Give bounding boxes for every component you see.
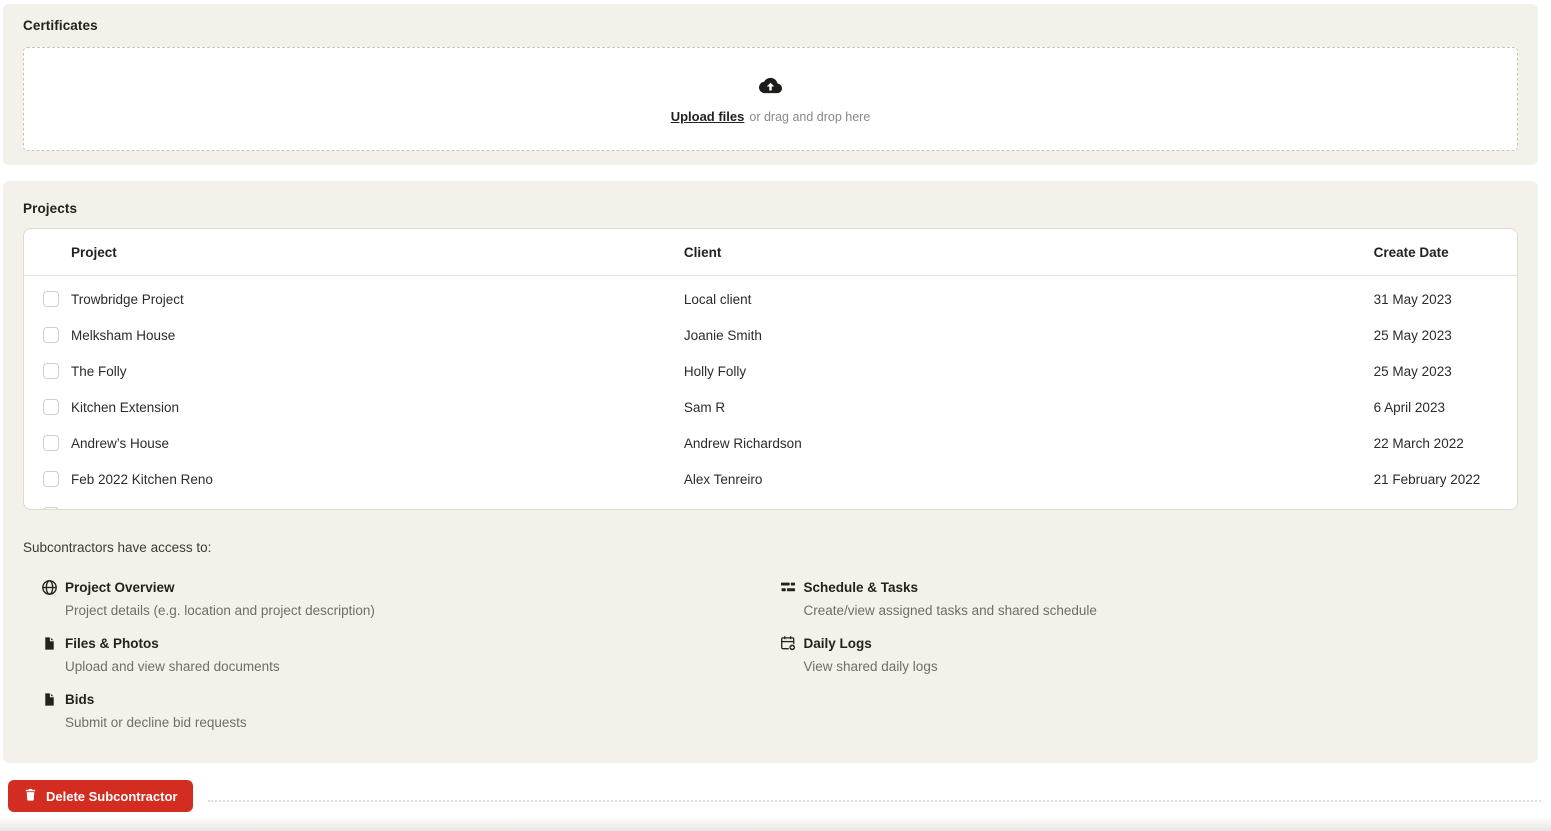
upload-instruction: Upload files or drag and drop here <box>671 109 871 125</box>
access-item-title: Bids <box>65 691 95 707</box>
access-item-description: Submit or decline bid requests <box>65 715 247 730</box>
projects-title: Projects <box>23 201 78 216</box>
projects-table-body: Trowbridge Project Local client 31 May 2… <box>24 276 1517 509</box>
table-row: Kitchen Extension Sam R 6 April 2023 <box>24 389 1517 425</box>
row-checkbox[interactable] <box>43 507 59 509</box>
checkbox-cell <box>24 435 71 451</box>
access-grid: Project Overview Project details (e.g. l… <box>23 577 1518 745</box>
column-header-client: Client <box>683 244 722 260</box>
access-item-description: Upload and view shared documents <box>65 659 280 674</box>
checkbox-cell <box>24 291 71 307</box>
bottom-scroll-shadow <box>0 817 1551 831</box>
access-item-title: Daily Logs <box>803 635 872 651</box>
checkbox-cell <box>24 363 71 379</box>
column-header-project: Project <box>71 244 117 260</box>
create-date-cell: 6 April 2023 <box>1373 399 1445 415</box>
dashed-divider <box>208 800 1541 802</box>
create-date-cell: 25 May 2023 <box>1373 363 1452 379</box>
project-cell: Feb 2022 Kitchen Reno <box>71 471 213 487</box>
certificates-upload-dropzone[interactable]: Upload files or drag and drop here <box>23 47 1518 151</box>
project-cell: Kitchen Extension <box>71 399 180 415</box>
project-cell: Andrew’s House <box>71 435 170 451</box>
checkbox-cell <box>24 507 71 509</box>
client-cell: Sam R <box>683 399 726 415</box>
row-checkbox[interactable] <box>43 471 59 487</box>
client-cell: Holly Folly <box>683 363 747 379</box>
row-checkbox[interactable] <box>43 435 59 451</box>
client-cell: Local client <box>683 291 752 307</box>
access-item: Schedule & Tasks Create/view assigned ta… <box>780 577 1519 621</box>
checkbox-cell <box>24 471 71 487</box>
checkbox-cell <box>24 399 71 415</box>
file-icon <box>41 691 58 708</box>
table-row: The Folly Holly Folly 25 May 2023 <box>24 353 1517 389</box>
client-cell: Alex Tenreiro <box>683 471 763 487</box>
table-row: Andrew’s House Andrew Richardson 22 Marc… <box>24 425 1517 461</box>
create-date-cell: 25 May 2023 <box>1373 327 1452 343</box>
checkbox-cell <box>24 327 71 343</box>
access-item-title: Project Overview <box>65 579 175 595</box>
file-icon <box>41 635 58 652</box>
access-item: Daily Logs View shared daily logs <box>780 633 1519 677</box>
delete-button-label: Delete Subcontractor <box>46 788 178 804</box>
upload-hint-text: or drag and drop here <box>749 109 871 124</box>
create-date-cell: 31 May 2023 <box>1373 291 1452 307</box>
table-row: Feb 2022 Kitchen Reno Alex Tenreiro 21 F… <box>24 461 1517 497</box>
client-cell: Andrew Richardson <box>683 435 802 451</box>
create-date-cell: 21 February 2022 <box>1373 471 1481 487</box>
projects-section: Projects Project Client Create Date Trow… <box>3 181 1538 763</box>
projects-table[interactable]: Project Client Create Date Trowbridge Pr… <box>23 228 1518 510</box>
calendar-add-icon <box>780 635 797 652</box>
certificates-title: Certificates <box>23 18 98 33</box>
access-column-left: Project Overview Project details (e.g. l… <box>41 577 780 745</box>
client-cell: Joanie Smith <box>683 327 762 343</box>
schedule-icon <box>780 579 797 596</box>
projects-table-header: Project Client Create Date <box>24 229 1517 276</box>
access-item-title: Files & Photos <box>65 635 159 651</box>
column-header-create-date: Create Date <box>1373 244 1449 260</box>
globe-icon <box>41 579 58 596</box>
access-heading: Subcontractors have access to: <box>23 540 212 555</box>
row-checkbox[interactable] <box>43 291 59 307</box>
access-item: Project Overview Project details (e.g. l… <box>41 577 780 621</box>
row-checkbox[interactable] <box>43 399 59 415</box>
row-checkbox[interactable] <box>43 327 59 343</box>
upload-files-link[interactable]: Upload files <box>671 109 745 124</box>
certificates-section: Certificates Upload files or drag and dro… <box>3 4 1538 165</box>
access-column-right: Schedule & Tasks Create/view assigned ta… <box>780 577 1519 745</box>
access-item: Bids Submit or decline bid requests <box>41 689 780 733</box>
table-row: Melksham House Joanie Smith 25 May 2023 <box>24 317 1517 353</box>
project-cell: The Folly <box>71 363 127 379</box>
footer-actions: Delete Subcontractor <box>8 780 1541 812</box>
table-row: Trowbridge Project Local client 31 May 2… <box>24 281 1517 317</box>
access-item-description: Project details (e.g. location and proje… <box>65 603 375 618</box>
trash-icon <box>24 788 37 804</box>
access-item-description: View shared daily logs <box>803 659 938 674</box>
access-item: Files & Photos Upload and view shared do… <box>41 633 780 677</box>
row-checkbox[interactable] <box>43 363 59 379</box>
access-item-title: Schedule & Tasks <box>803 579 919 595</box>
table-row <box>24 497 1517 509</box>
project-cell: Trowbridge Project <box>71 291 184 307</box>
access-item-description: Create/view assigned tasks and shared sc… <box>803 603 1097 618</box>
create-date-cell: 22 March 2022 <box>1373 435 1464 451</box>
project-cell: Melksham House <box>71 327 176 343</box>
cloud-upload-icon <box>759 74 782 102</box>
delete-subcontractor-button[interactable]: Delete Subcontractor <box>8 780 194 812</box>
